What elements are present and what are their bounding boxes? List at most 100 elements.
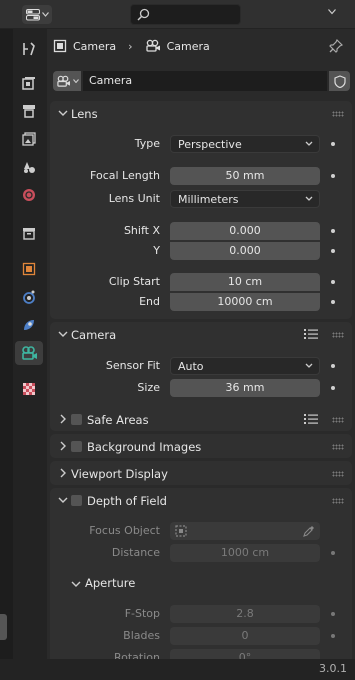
tab-object[interactable] bbox=[15, 257, 43, 281]
lens-panel: Lens Type Perspective Focal Length 50 mm… bbox=[50, 101, 352, 319]
drag-grip-icon[interactable] bbox=[332, 444, 344, 450]
chevron-down-icon bbox=[305, 141, 313, 146]
drag-grip-icon[interactable] bbox=[332, 111, 344, 117]
sensor-fit-value: Auto bbox=[178, 360, 204, 373]
chevron-right-icon bbox=[60, 468, 66, 478]
presets-list-icon[interactable] bbox=[304, 328, 318, 340]
chevron-right-icon bbox=[60, 414, 66, 424]
keyframe-dot[interactable] bbox=[331, 174, 335, 178]
region-handle[interactable] bbox=[0, 614, 7, 640]
focal-length-field[interactable]: 50 mm bbox=[170, 167, 320, 185]
object-icon bbox=[53, 39, 67, 53]
drag-grip-icon[interactable] bbox=[332, 498, 344, 504]
background-images-panel-header[interactable]: Background Images bbox=[50, 434, 352, 460]
tab-constraints[interactable] bbox=[15, 313, 43, 337]
safe-areas-panel-header[interactable]: Safe Areas bbox=[50, 407, 352, 433]
breadcrumb-object: Camera bbox=[73, 39, 117, 53]
keyframe-dot[interactable] bbox=[331, 300, 335, 304]
breadcrumb-data: Camera bbox=[166, 39, 210, 53]
keyframe-dot[interactable] bbox=[331, 386, 335, 390]
shift-x-label: Shift X bbox=[123, 224, 160, 237]
focus-object-label: Focus Object bbox=[89, 524, 160, 537]
viewport-display-title: Viewport Display bbox=[71, 467, 168, 481]
version-label: 3.0.1 bbox=[319, 662, 347, 675]
keyframe-dot[interactable] bbox=[331, 551, 335, 555]
tab-tool[interactable] bbox=[15, 37, 43, 61]
render-icon bbox=[22, 77, 35, 90]
search-icon bbox=[137, 8, 150, 21]
tab-modifier[interactable] bbox=[15, 285, 43, 309]
constraint-icon bbox=[24, 320, 34, 330]
tab-output[interactable] bbox=[15, 99, 43, 123]
browse-camera-button[interactable] bbox=[53, 71, 81, 91]
camera-panel-header[interactable]: Camera bbox=[50, 322, 352, 348]
depth-of-field-panel-header[interactable]: Depth of Field bbox=[50, 488, 352, 514]
viewport-display-panel-header[interactable]: Viewport Display bbox=[50, 461, 352, 487]
f-stop-field[interactable]: 2.8 bbox=[170, 605, 320, 623]
properties-tabs bbox=[13, 29, 47, 659]
view-layer-icon bbox=[22, 132, 36, 146]
tab-texture[interactable] bbox=[15, 377, 43, 401]
lens-panel-title: Lens bbox=[71, 107, 98, 121]
tab-view-layer[interactable] bbox=[15, 127, 43, 151]
depth-of-field-checkbox[interactable] bbox=[71, 495, 82, 506]
chevron-down-icon bbox=[305, 363, 313, 368]
fake-user-button[interactable] bbox=[329, 71, 350, 91]
chevron-down-icon[interactable] bbox=[71, 579, 81, 589]
lens-unit-dropdown[interactable]: Millimeters bbox=[170, 190, 320, 208]
keyframe-dot[interactable] bbox=[331, 612, 335, 616]
presets-list-icon[interactable] bbox=[304, 413, 318, 425]
aperture-subpanel-title[interactable]: Aperture bbox=[85, 576, 135, 590]
keyframe-dot[interactable] bbox=[331, 142, 335, 146]
keyframe-dot[interactable] bbox=[331, 249, 335, 253]
shift-x-field[interactable]: 0.000 bbox=[170, 222, 320, 240]
tab-render[interactable] bbox=[15, 71, 43, 95]
options-chevron-icon[interactable] bbox=[328, 9, 336, 15]
physics-icon bbox=[23, 290, 35, 304]
tab-world[interactable] bbox=[15, 183, 43, 207]
camera-panel-title: Camera bbox=[71, 328, 117, 342]
lens-type-dropdown[interactable]: Perspective bbox=[170, 135, 320, 153]
tab-collection[interactable] bbox=[15, 221, 43, 245]
editor-type-button[interactable] bbox=[22, 5, 52, 24]
distance-field[interactable]: 1000 cm bbox=[170, 544, 320, 562]
datablock-name-field[interactable]: Camera bbox=[83, 71, 327, 91]
background-images-checkbox[interactable] bbox=[71, 441, 82, 452]
chevron-down-icon bbox=[72, 79, 79, 83]
sensor-size-field[interactable]: 36 mm bbox=[170, 379, 320, 397]
keyframe-dot[interactable] bbox=[331, 364, 335, 368]
camera-data-icon bbox=[56, 75, 70, 87]
datablock-selector: Camera bbox=[53, 71, 350, 91]
distance-label: Distance bbox=[111, 546, 160, 559]
depth-of-field-panel: Depth of Field Focus Object Distance 100… bbox=[50, 488, 352, 667]
keyframe-dot[interactable] bbox=[331, 634, 335, 638]
breadcrumb-separator-icon: › bbox=[128, 39, 133, 53]
lens-unit-value: Millimeters bbox=[178, 193, 239, 206]
focus-object-field[interactable] bbox=[170, 522, 320, 540]
eyedropper-icon[interactable] bbox=[303, 525, 315, 537]
chevron-down-icon bbox=[305, 196, 313, 201]
background-images-panel: Background Images bbox=[50, 434, 352, 458]
editor-type-icon bbox=[25, 8, 40, 20]
clip-start-field[interactable]: 10 cm bbox=[170, 273, 320, 291]
tab-camera-data[interactable] bbox=[15, 341, 43, 365]
object-icon bbox=[22, 262, 36, 276]
pin-icon[interactable] bbox=[329, 39, 343, 53]
drag-grip-icon[interactable] bbox=[332, 417, 344, 423]
blades-field[interactable]: 0 bbox=[170, 627, 320, 645]
search-input[interactable] bbox=[130, 4, 241, 25]
world-icon bbox=[23, 189, 35, 201]
drag-grip-icon[interactable] bbox=[332, 471, 344, 477]
output-icon bbox=[23, 105, 35, 118]
keyframe-dot[interactable] bbox=[331, 229, 335, 233]
sensor-fit-dropdown[interactable]: Auto bbox=[170, 357, 320, 375]
drag-grip-icon[interactable] bbox=[332, 332, 344, 338]
lens-panel-header[interactable]: Lens bbox=[50, 101, 352, 127]
clip-end-field[interactable]: 10000 cm bbox=[170, 293, 320, 311]
tab-scene[interactable] bbox=[15, 155, 43, 179]
depth-of-field-title: Depth of Field bbox=[87, 494, 167, 508]
keyframe-dot[interactable] bbox=[331, 280, 335, 284]
safe-areas-checkbox[interactable] bbox=[71, 414, 82, 425]
object-icon bbox=[175, 525, 187, 537]
shift-y-field[interactable]: 0.000 bbox=[170, 242, 320, 260]
